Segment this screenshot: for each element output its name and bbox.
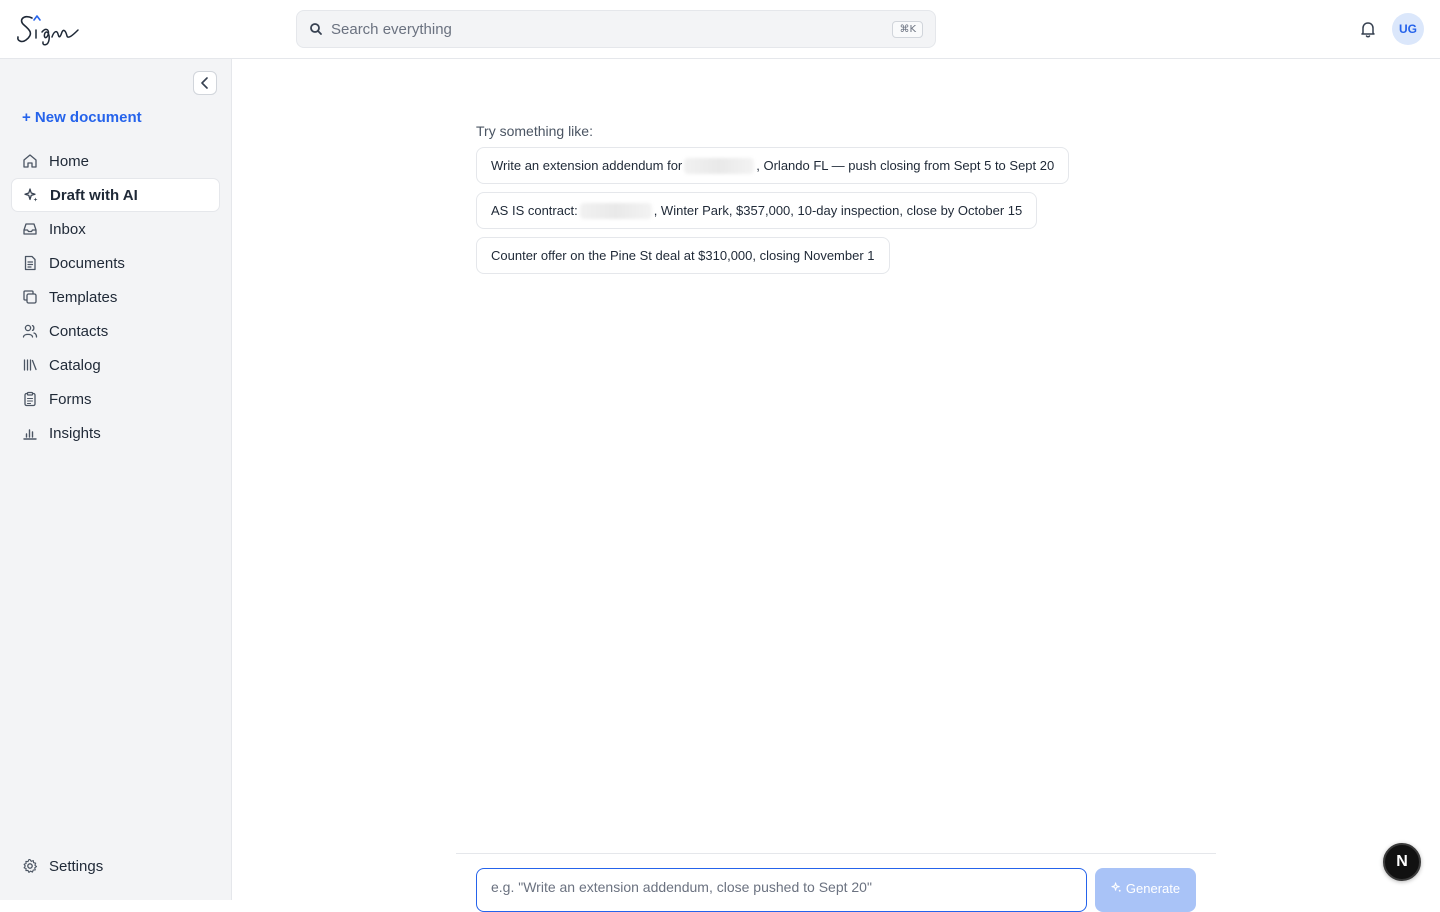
suggestion-text: , Orlando FL — push closing from Sept 5 … [756, 158, 1055, 173]
sidebar-item-catalog[interactable]: Catalog [11, 348, 220, 382]
suggestion-text: Counter offer on the Pine St deal at $31… [491, 248, 875, 263]
suggestion-chip[interactable]: Counter offer on the Pine St deal at $31… [476, 237, 890, 274]
suggestion-chip[interactable]: AS IS contract: , Winter Park, $357,000,… [476, 192, 1038, 229]
collapse-sidebar-button[interactable] [193, 71, 217, 95]
sidebar-item-documents[interactable]: Documents [11, 246, 220, 280]
sidebar-item-inbox[interactable]: Inbox [11, 212, 220, 246]
sidebar-item-home[interactable]: Home [11, 144, 220, 178]
sparkles-icon [24, 188, 38, 202]
sign-logo[interactable] [14, 10, 84, 48]
copy-icon [23, 290, 37, 304]
user-avatar[interactable]: UG [1392, 13, 1424, 45]
suggestion-text: AS IS contract: [491, 203, 578, 218]
suggestions-heading: Try something like: [476, 123, 593, 139]
sidebar-item-insights[interactable]: Insights [11, 416, 220, 450]
redacted-address [579, 202, 652, 219]
chevron-left-icon [201, 77, 208, 89]
sidebar-item-settings[interactable]: Settings [11, 849, 220, 883]
sidebar-item-forms[interactable]: Forms [11, 382, 220, 416]
prompt-input[interactable] [476, 868, 1087, 912]
redacted-address [684, 157, 755, 174]
home-icon [23, 154, 37, 168]
sidebar-item-label: Templates [49, 288, 118, 306]
settings-label: Settings [49, 857, 104, 875]
sidebar: + New document Home Draft with AI Inbox [0, 59, 232, 900]
bell-icon[interactable] [1358, 19, 1378, 39]
search-shortcut-badge: ⌘K [892, 21, 923, 38]
sidebar-item-label: Home [49, 152, 90, 170]
generate-label: Generate [1125, 881, 1181, 896]
main-content: Try something like: Write an extension a… [232, 59, 1440, 912]
sidebar-item-label: Catalog [49, 356, 101, 374]
sidebar-item-contacts[interactable]: Contacts [11, 314, 220, 348]
sidebar-item-label: Contacts [49, 322, 109, 340]
sidebar-item-label: Insights [49, 424, 101, 442]
search-input[interactable] [331, 11, 871, 47]
document-icon [24, 255, 36, 271]
library-icon [23, 359, 37, 371]
global-search[interactable]: ⌘K [296, 10, 936, 48]
generate-button[interactable]: Generate [1095, 868, 1196, 912]
dev-tools-button[interactable]: N [1383, 843, 1421, 881]
bar-chart-icon [23, 429, 37, 440]
sidebar-item-draft-with-ai[interactable]: Draft with AI [11, 178, 220, 212]
composer-divider [456, 853, 1216, 854]
users-icon [22, 324, 38, 338]
sidebar-nav: Home Draft with AI Inbox Documents Templ… [11, 144, 220, 450]
sidebar-item-label: Inbox [49, 220, 86, 238]
sidebar-item-label: Forms [49, 390, 92, 408]
inbox-icon [23, 223, 37, 235]
suggestion-chip[interactable]: Write an extension addendum for , Orland… [476, 147, 1070, 184]
suggestion-text: , Winter Park, $357,000, 10-day inspecti… [653, 203, 1023, 218]
top-header: ⌘K UG [0, 0, 1440, 59]
gear-icon [23, 858, 38, 873]
suggestion-text: Write an extension addendum for [491, 158, 683, 173]
search-icon [310, 23, 322, 35]
sidebar-item-templates[interactable]: Templates [11, 280, 220, 314]
sidebar-item-label: Draft with AI [50, 186, 138, 204]
new-document-button[interactable]: + New document [22, 109, 142, 126]
clipboard-icon [24, 391, 36, 407]
sidebar-item-label: Documents [49, 254, 125, 272]
sparkles-icon [1111, 882, 1121, 892]
